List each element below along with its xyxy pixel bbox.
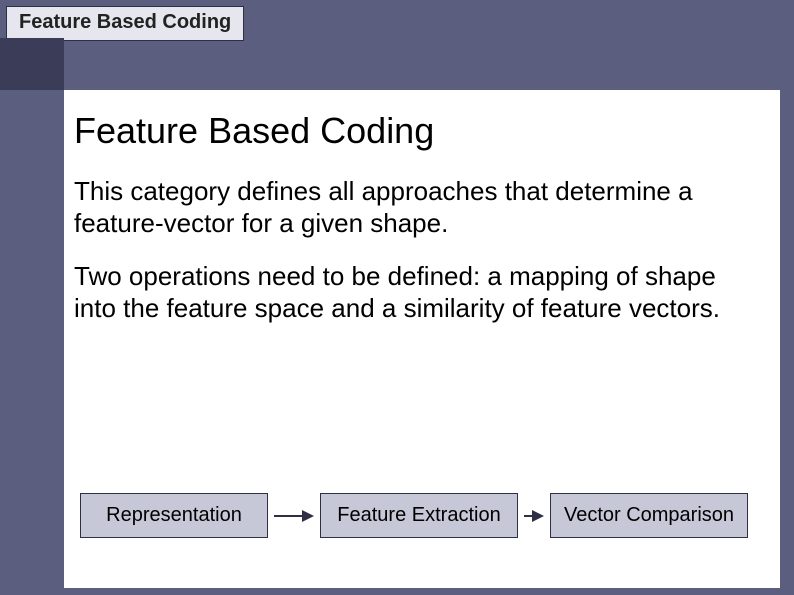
slide-content: Feature Based Coding This category defin… — [64, 90, 780, 588]
paragraph-2: Two operations need to be defined: a map… — [74, 261, 758, 324]
slide-tab: Feature Based Coding — [6, 6, 244, 41]
slide-title: Feature Based Coding — [74, 110, 758, 152]
flow-box-vector-comparison: Vector Comparison — [550, 493, 748, 538]
flow-box-representation: Representation — [80, 493, 268, 538]
arrow-icon — [274, 510, 314, 522]
flow-box-feature-extraction: Feature Extraction — [320, 493, 518, 538]
flow-diagram: Representation Feature Extraction Vector… — [80, 493, 770, 538]
arrow-icon — [524, 510, 544, 522]
slide-tab-label: Feature Based Coding — [19, 11, 231, 33]
paragraph-1: This category defines all approaches tha… — [74, 176, 758, 239]
left-rail-decor — [0, 38, 64, 90]
